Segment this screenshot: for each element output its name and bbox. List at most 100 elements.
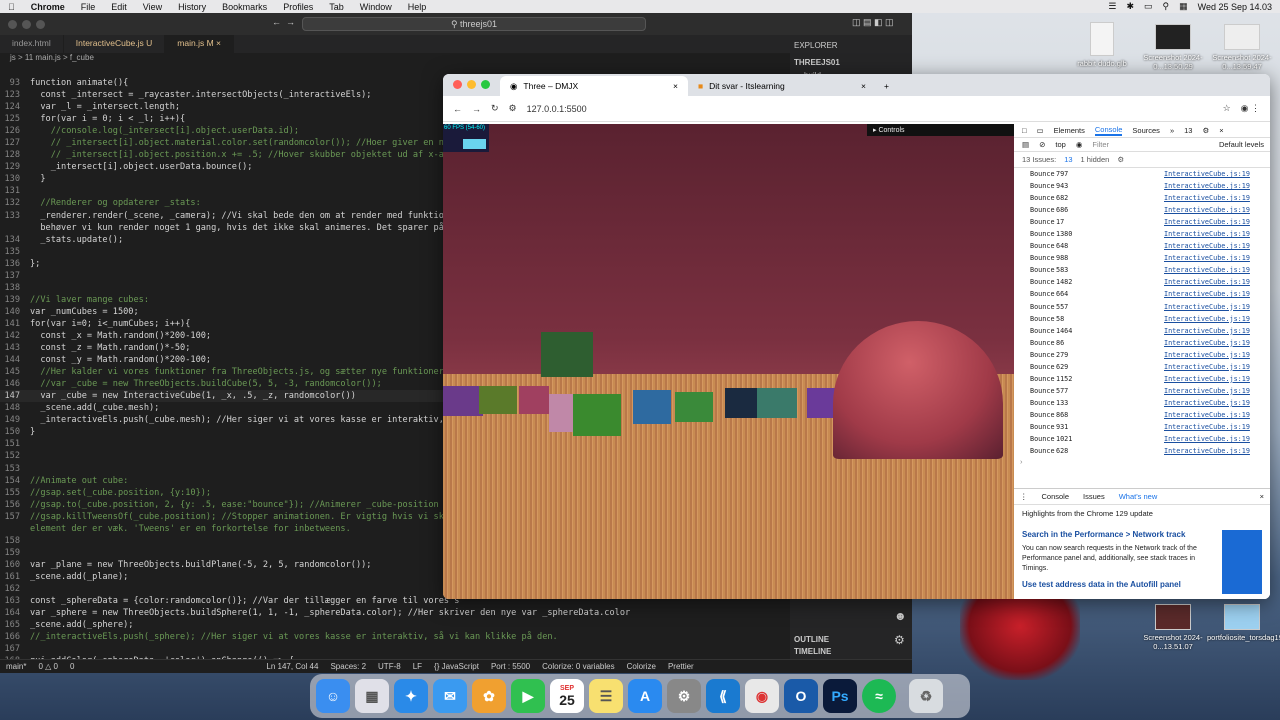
log-source-link[interactable]: InteractiveCube.js:19: [1164, 254, 1250, 262]
photos-icon[interactable]: ✿: [472, 679, 506, 713]
trash-icon[interactable]: ♻: [909, 679, 943, 713]
tab-console[interactable]: Console: [1094, 125, 1123, 136]
menu-view[interactable]: View: [135, 2, 170, 12]
menu-tab[interactable]: Tab: [321, 2, 352, 12]
wifi-icon[interactable]: ☰: [1108, 1, 1116, 12]
code-line[interactable]: 164 var _sphere = new ThreeObjects.buildS…: [0, 607, 790, 619]
log-source-link[interactable]: InteractiveCube.js:19: [1164, 206, 1250, 214]
log-source-link[interactable]: InteractiveCube.js:19: [1164, 435, 1250, 443]
calendar-icon[interactable]: SEP 25: [550, 679, 584, 713]
device-toolbar-icon[interactable]: ▭: [1037, 126, 1044, 135]
desktop-file[interactable]: rabbit dudo.glb: [1067, 22, 1137, 68]
spotify-icon[interactable]: ≈: [862, 679, 896, 713]
drawer-tab-whats-new[interactable]: What's new: [1119, 492, 1158, 501]
back-arrow-icon[interactable]: ←: [272, 17, 281, 27]
chrome-icon[interactable]: ◉: [745, 679, 779, 713]
apple-icon[interactable]: : [0, 2, 23, 12]
desktop-file[interactable]: Screenshot 2024-0...13.50.29: [1138, 24, 1208, 71]
forward-arrow-icon[interactable]: →: [286, 17, 295, 27]
log-source-link[interactable]: InteractiveCube.js:19: [1164, 327, 1250, 335]
forward-icon[interactable]: →: [472, 104, 481, 114]
more-tabs-icon[interactable]: »: [1170, 126, 1174, 135]
minimize-window-button[interactable]: [467, 80, 476, 89]
log-source-link[interactable]: InteractiveCube.js:19: [1164, 218, 1250, 226]
log-source-link[interactable]: InteractiveCube.js:19: [1164, 303, 1250, 311]
system-settings-icon[interactable]: ⚙: [667, 679, 701, 713]
gear-icon[interactable]: ⚙: [1117, 155, 1124, 164]
settings-gear-icon[interactable]: ⚙: [1202, 126, 1209, 135]
log-source-link[interactable]: InteractiveCube.js:19: [1164, 182, 1250, 190]
notes-icon[interactable]: ☰: [589, 679, 623, 713]
log-source-link[interactable]: InteractiveCube.js:19: [1164, 278, 1250, 286]
battery-icon[interactable]: ▭: [1144, 1, 1153, 12]
bluetooth-icon[interactable]: ✱: [1126, 1, 1134, 12]
close-window-button[interactable]: [8, 19, 17, 29]
vscode-icon[interactable]: ⟪: [706, 679, 740, 713]
context-select[interactable]: top: [1055, 140, 1065, 149]
outlook-icon[interactable]: O: [784, 679, 818, 713]
colorize-status[interactable]: Colorize: 0 variables: [542, 662, 614, 671]
tab-interactivecube[interactable]: InteractiveCube.js U: [64, 35, 166, 53]
log-source-link[interactable]: InteractiveCube.js:19: [1164, 242, 1250, 250]
tab-three-dmjx[interactable]: ◉ Three – DMJX ×: [500, 76, 688, 96]
tab-sources[interactable]: Sources: [1132, 126, 1160, 135]
desktop-file[interactable]: portfoliosite_torsdag19_9_24: [1207, 604, 1280, 642]
log-source-link[interactable]: InteractiveCube.js:19: [1164, 194, 1250, 202]
log-source-link[interactable]: InteractiveCube.js:19: [1164, 363, 1250, 371]
live-server-port[interactable]: Port : 5500: [491, 662, 530, 671]
mail-icon[interactable]: ✉: [433, 679, 467, 713]
log-source-link[interactable]: InteractiveCube.js:19: [1164, 387, 1250, 395]
address-bar[interactable]: 127.0.0.1:5500: [527, 104, 587, 114]
drawer-menu-icon[interactable]: ⋮: [1020, 492, 1028, 501]
explorer-project[interactable]: THREEJS01: [790, 56, 912, 69]
app-store-icon[interactable]: A: [628, 679, 662, 713]
log-source-link[interactable]: InteractiveCube.js:19: [1164, 170, 1250, 178]
menu-file[interactable]: File: [73, 2, 104, 12]
control-center-icon[interactable]: ▦: [1179, 1, 1188, 12]
log-levels-select[interactable]: Default levels: [1219, 140, 1270, 149]
menu-app-name[interactable]: Chrome: [23, 2, 73, 12]
clear-console-icon[interactable]: ⊘: [1039, 140, 1045, 149]
close-tab-icon[interactable]: ×: [861, 81, 866, 91]
tab-itslearning[interactable]: ■ Dit svar - Itslearning ×: [688, 76, 876, 96]
site-info-icon[interactable]: ⚙: [509, 103, 517, 114]
close-tab-icon[interactable]: ×: [216, 38, 221, 48]
threejs-canvas[interactable]: 60 FPS (54-60) ▸ Controls: [443, 124, 1014, 599]
zoom-window-button[interactable]: [481, 80, 490, 89]
back-icon[interactable]: ←: [453, 104, 462, 114]
log-source-link[interactable]: InteractiveCube.js:19: [1164, 411, 1250, 419]
drawer-tab-issues[interactable]: Issues: [1083, 492, 1105, 501]
outline-section[interactable]: OUTLINE: [794, 635, 829, 644]
profile-icon[interactable]: ◉ ⋮: [1241, 103, 1270, 114]
menu-edit[interactable]: Edit: [103, 2, 135, 12]
code-line[interactable]: 167: [0, 643, 790, 655]
log-source-link[interactable]: InteractiveCube.js:19: [1164, 339, 1250, 347]
tab-elements[interactable]: Elements: [1054, 126, 1085, 135]
problems-count[interactable]: 0 △ 0: [38, 662, 58, 671]
console-prompt[interactable]: ›: [1014, 457, 1270, 466]
tab-main-js[interactable]: main.js M ×: [165, 35, 235, 53]
feature-heading[interactable]: Search in the Performance > Network trac…: [1022, 530, 1216, 539]
log-source-link[interactable]: InteractiveCube.js:19: [1164, 266, 1250, 274]
bookmark-star-icon[interactable]: ☆: [1223, 103, 1231, 114]
gui-controls-toggle[interactable]: ▸ Controls: [867, 124, 1014, 136]
log-source-link[interactable]: InteractiveCube.js:19: [1164, 290, 1250, 298]
inspect-icon[interactable]: □: [1022, 126, 1027, 135]
desktop-file[interactable]: Screenshot 2024-0...13.59.47: [1207, 24, 1277, 71]
prettier-status[interactable]: Prettier: [668, 662, 694, 671]
desktop-file[interactable]: Screenshot 2024-0...13.51.07: [1138, 604, 1208, 651]
cursor-position[interactable]: Ln 147, Col 44: [266, 662, 318, 671]
menu-clock[interactable]: Wed 25 Sep 14.03: [1198, 2, 1272, 12]
layout-icon[interactable]: ◫ ▤ ◧ ◫: [852, 17, 894, 28]
menu-history[interactable]: History: [170, 2, 214, 12]
menu-profiles[interactable]: Profiles: [275, 2, 321, 12]
sphere[interactable]: [833, 321, 1003, 459]
command-center-search[interactable]: ⚲ threejs01: [302, 17, 646, 31]
facetime-icon[interactable]: ▶: [511, 679, 545, 713]
log-source-link[interactable]: InteractiveCube.js:19: [1164, 447, 1250, 455]
log-source-link[interactable]: InteractiveCube.js:19: [1164, 315, 1250, 323]
reload-icon[interactable]: ↻: [491, 103, 499, 114]
account-icon[interactable]: ☻: [894, 609, 907, 623]
issues-link[interactable]: 13: [1064, 155, 1072, 164]
close-window-button[interactable]: [453, 80, 462, 89]
